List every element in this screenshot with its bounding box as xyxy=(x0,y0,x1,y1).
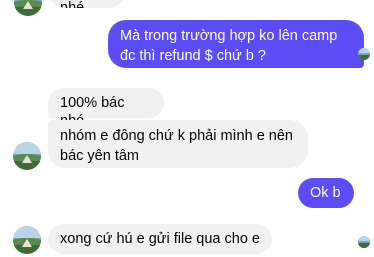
message-bubble-outgoing[interactable]: Mà trong trường hợp ko lên camp đc thì r… xyxy=(108,20,364,68)
message-text: Ok b xyxy=(310,185,341,201)
message-bubble-incoming[interactable]: nhóm e đông chứ k phải mình e nên bác yê… xyxy=(48,120,308,168)
contact-avatar[interactable] xyxy=(13,226,41,254)
message-bubble-incoming[interactable]: xong cứ hú e gửi file qua cho e xyxy=(48,224,272,254)
message-bubble-outgoing[interactable]: Ok b xyxy=(298,178,354,208)
message-bubble-incoming[interactable]: 100% bác nhé xyxy=(48,88,164,129)
message-text: xong cứ hú e gửi file qua cho e xyxy=(60,231,260,247)
contact-avatar[interactable] xyxy=(14,0,42,16)
contact-avatar[interactable] xyxy=(13,142,41,170)
seen-avatar-icon xyxy=(358,236,370,248)
message-text: Mà trong trường hợp ko lên camp đc thì r… xyxy=(120,28,338,64)
message-text: nhóm e đông chứ k phải mình e nên bác yê… xyxy=(60,128,293,164)
seen-avatar-icon xyxy=(358,48,370,60)
message-bubble-incoming[interactable]: ok bác nhé xyxy=(48,0,126,8)
message-text: ok bác nhé xyxy=(60,0,85,8)
